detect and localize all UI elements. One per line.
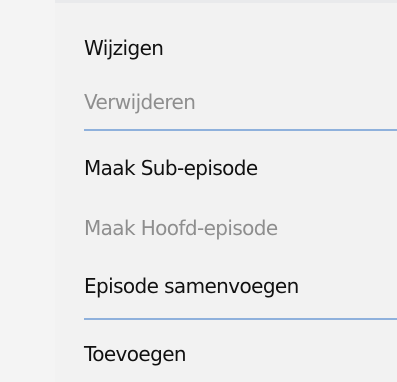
menu-item-episode-samenvoegen[interactable]: Episode samenvoegen (55, 263, 397, 309)
context-menu: Wijzigen Verwijderen Maak Sub-episode Ma… (0, 0, 397, 382)
menu-item-maak-hoofd-episode: Maak Hoofd-episode (55, 205, 397, 251)
menu-separator (84, 318, 397, 320)
menu-item-label: Toevoegen (84, 342, 187, 366)
menu-item-label: Maak Sub-episode (84, 156, 258, 180)
menu-item-verwijderen: Verwijderen (55, 79, 397, 125)
menu-item-label: Episode samenvoegen (84, 274, 299, 298)
menu-item-wijzigen[interactable]: Wijzigen (55, 25, 397, 71)
menu-item-toevoegen[interactable]: Toevoegen (55, 331, 397, 377)
menu-separator (84, 129, 397, 131)
menu-icon-gutter (0, 0, 55, 382)
menu-top-edge (18, 0, 397, 3)
menu-item-label: Verwijderen (84, 90, 196, 114)
menu-item-label: Maak Hoofd-episode (84, 216, 278, 240)
menu-item-label: Wijzigen (84, 36, 164, 60)
menu-item-maak-sub-episode[interactable]: Maak Sub-episode (55, 145, 397, 191)
